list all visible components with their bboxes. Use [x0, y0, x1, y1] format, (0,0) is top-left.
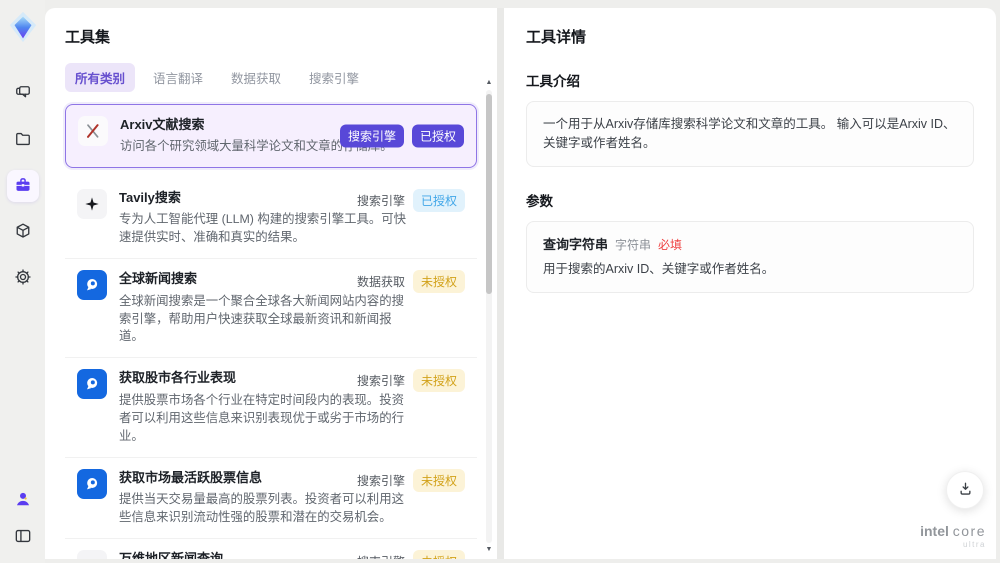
intro-section-heading: 工具介绍 — [526, 74, 580, 89]
tool-auth-badge: 未授权 — [412, 369, 465, 393]
user-icon — [13, 489, 33, 512]
download-icon — [956, 479, 975, 501]
sidebar — [0, 0, 45, 563]
tool-list-item[interactable]: 获取市场最活跃股票信息 提供当天交易量最高的股票列表。投资者可以利用这些信息来识… — [65, 458, 477, 539]
tool-list-item[interactable]: 全球新闻搜索 全球新闻搜索是一个聚合全球各大新闻网站内容的搜索引擎，帮助用户快速… — [65, 259, 477, 359]
panel-layout-icon — [13, 526, 33, 549]
brand-primary: intel — [920, 522, 949, 539]
parameter-type: 字符串 — [615, 237, 652, 252]
tool-category-badge: 搜索引擎 — [356, 374, 405, 389]
tools-list: Arxiv文献搜索 访问各个研究领域大量科学论文和文章的存储库。 搜索引擎 已授… — [65, 104, 477, 559]
parameter-name: 查询字符串 — [543, 236, 609, 252]
tool-list-item[interactable]: Tavily搜索 专为人工智能代理 (LLM) 构建的搜索引擎工具。可快速提供实… — [65, 178, 477, 260]
parameter-description: 用于搜索的Arxiv ID、关键字或作者姓名。 — [543, 262, 775, 276]
tool-description: 提供当天交易量最高的股票列表。投资者可以利用这些信息来识别流动性强的股票和潜在的… — [119, 491, 404, 524]
tool-auth-badge: 未授权 — [412, 549, 465, 559]
tool-description: 专为人工智能代理 (LLM) 构建的搜索引擎工具。可快速提供实时、准确和真实的结… — [119, 212, 407, 245]
tool-list-item[interactable]: Arxiv文献搜索 访问各个研究领域大量科学论文和文章的存储库。 搜索引擎 已授… — [65, 104, 477, 169]
cube-icon — [13, 221, 33, 244]
scroll-down-icon[interactable]: ▼ — [484, 545, 494, 555]
download-button[interactable] — [946, 471, 984, 509]
gear-icon — [13, 267, 33, 290]
category-tab[interactable]: 语言翻译 — [143, 63, 213, 92]
brand-sub: ultra — [962, 540, 986, 550]
tools-list-panel: 工具集 所有类别 语言翻译 数据获取 搜索引擎 Arxiv文献搜索 访问各个研究领域大… — [45, 8, 497, 559]
sidebar-item-models[interactable] — [7, 216, 39, 248]
tool-auth-badge: 已授权 — [411, 124, 464, 148]
brand-secondary: core — [952, 522, 986, 539]
sidebar-item-files[interactable] — [7, 124, 39, 156]
regional-news-logo-icon — [77, 549, 107, 559]
tool-detail-panel: 工具详情 工具介绍 一个用于从Arxiv存储库搜索科学论文和文章的工具。 输入可… — [504, 8, 996, 559]
tool-category-badge: 搜索引擎 — [357, 550, 405, 559]
list-scrollbar[interactable]: ▲ ▼ — [484, 78, 494, 555]
chat-icon — [13, 83, 33, 106]
collapse-sidebar-button[interactable] — [9, 523, 37, 551]
tool-auth-badge: 已授权 — [412, 189, 465, 213]
tool-category-badge: 搜索引擎 — [356, 194, 405, 209]
category-tabs: 所有类别 语言翻译 数据获取 搜索引擎 — [65, 63, 477, 92]
tool-description: 提供股票市场各个行业在特定时间段内的表现。投资者可以利用这些信息来识别表现优于或… — [119, 392, 404, 443]
parameters-list: 查询字符串 字符串 必填 用于搜索的Arxiv ID、关键字或作者姓名。 — [526, 220, 974, 293]
user-avatar[interactable] — [9, 486, 37, 514]
sidebar-item-settings[interactable] — [7, 262, 39, 294]
scrollbar-thumb[interactable] — [486, 94, 492, 294]
params-section-heading: 参数 — [526, 193, 553, 209]
tool-auth-badge: 未授权 — [412, 468, 465, 492]
sidebar-footer — [9, 486, 37, 551]
category-tab[interactable]: 所有类别 — [65, 63, 136, 92]
detail-panel-title: 工具详情 — [526, 29, 587, 46]
panel-divider — [497, 8, 504, 559]
active-stocks-logo-icon — [77, 468, 107, 499]
tool-category-badge: 数据获取 — [356, 275, 405, 290]
app-logo-icon — [6, 10, 40, 44]
page-title: 工具集 — [65, 29, 111, 46]
tavily-logo-icon — [77, 189, 107, 220]
tool-intro-text: 一个用于从Arxiv存储库搜索科学论文和文章的工具。 输入可以是Arxiv ID… — [526, 101, 974, 167]
category-tab[interactable]: 搜索引擎 — [299, 63, 369, 92]
parameter-card: 查询字符串 字符串 必填 用于搜索的Arxiv ID、关键字或作者姓名。 — [526, 220, 974, 293]
sidebar-item-chat[interactable] — [7, 78, 39, 110]
tool-category-badge: 搜索引擎 — [339, 124, 404, 148]
intel-core-brand-logo: intel core ultra — [920, 522, 986, 550]
sidebar-nav — [6, 78, 39, 294]
parameter-required-badge: 必填 — [658, 237, 683, 252]
global-news-search-logo-icon — [77, 270, 107, 301]
tool-description: 全球新闻搜索是一个聚合全球各大新闻网站内容的搜索引擎，帮助用户快速获取全球最新资… — [119, 293, 404, 344]
category-tab[interactable]: 数据获取 — [221, 63, 291, 92]
tool-list-item[interactable]: 获取股市各行业表现 提供股票市场各个行业在特定时间段内的表现。投资者可以利用这些… — [65, 358, 477, 458]
stock-sector-performance-logo-icon — [77, 369, 107, 400]
main-content: 工具集 所有类别 语言翻译 数据获取 搜索引擎 Arxiv文献搜索 访问各个研究领域大… — [45, 8, 996, 559]
sidebar-item-tools[interactable] — [6, 170, 39, 202]
scroll-up-icon[interactable]: ▲ — [484, 78, 494, 88]
tool-category-badge: 搜索引擎 — [356, 473, 405, 488]
arxiv-logo-icon — [78, 116, 108, 146]
folder-icon — [13, 129, 33, 152]
tool-list-item[interactable]: 万维地区新闻查询 查询具体行政区划内的新闻，快速了解各地新闻动态 搜索引擎 未授… — [65, 539, 477, 559]
tool-auth-badge: 未授权 — [412, 270, 465, 294]
toolbox-icon — [13, 175, 33, 198]
